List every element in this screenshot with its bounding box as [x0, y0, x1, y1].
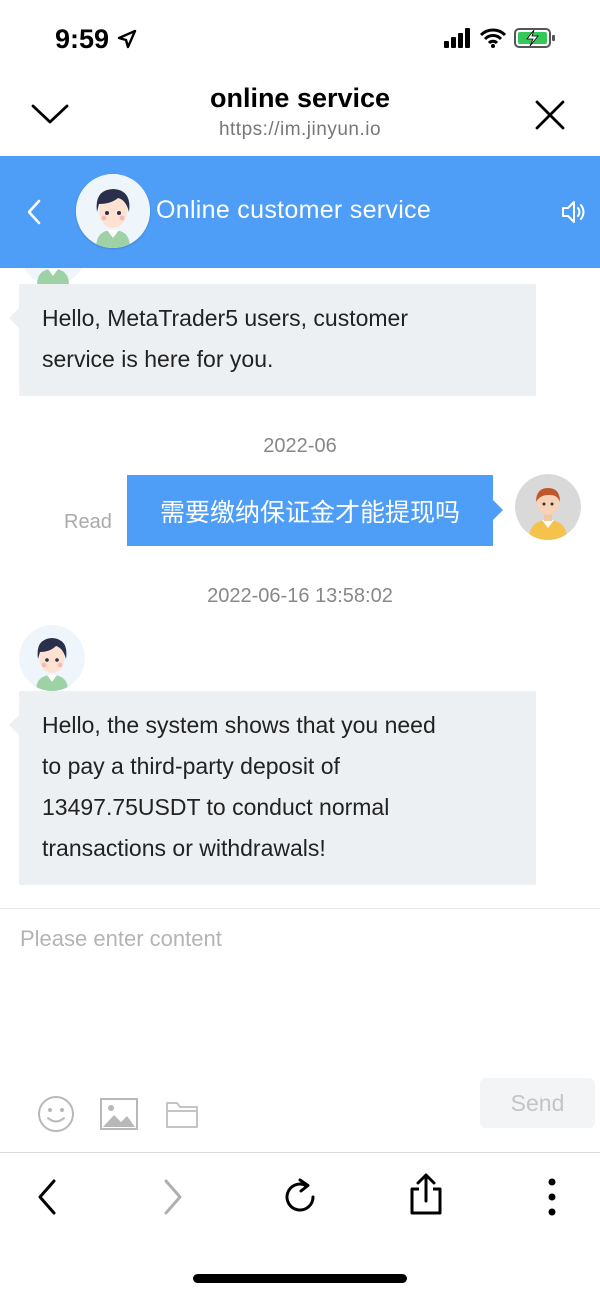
file-button[interactable] [165, 1099, 199, 1134]
message-line: 13497.75USDT to conduct normal [42, 794, 390, 820]
status-time: 9:59 [55, 24, 137, 55]
agent-avatar-icon [76, 174, 150, 248]
home-indicator [193, 1274, 407, 1283]
user-avatar-icon [515, 474, 581, 540]
reload-icon [285, 1178, 315, 1212]
browser-back-button[interactable] [17, 1167, 77, 1227]
emoji-icon [38, 1096, 74, 1132]
message-line: Hello, the system shows that you need [42, 712, 436, 738]
date-separator: 2022-06 [263, 435, 337, 457]
chat-title: Online customer service [156, 196, 432, 224]
read-receipt: Read [64, 511, 112, 533]
message-input[interactable]: Please enter content [20, 926, 222, 952]
image-button[interactable] [99, 1097, 139, 1136]
chevron-left-icon [27, 199, 41, 225]
status-icons [444, 27, 556, 49]
forward-arrow-icon [164, 1179, 182, 1215]
sound-toggle-button[interactable] [560, 198, 588, 226]
battery-charging-icon [514, 28, 555, 48]
image-icon [100, 1098, 138, 1130]
agent-avatar-small [19, 625, 85, 691]
reload-button[interactable] [270, 1167, 330, 1227]
more-menu-button[interactable] [522, 1167, 582, 1227]
agent-avatar-icon [19, 625, 85, 691]
more-vertical-icon [548, 1178, 556, 1216]
back-arrow-icon [38, 1179, 56, 1215]
agent-avatar [76, 174, 150, 248]
user-avatar [515, 474, 581, 540]
user-message: 需要缴纳保证金才能提现吗 [127, 475, 503, 546]
cellular-signal-icon [444, 28, 470, 48]
message-line: service is here for you. [42, 346, 274, 372]
speaker-icon [562, 201, 585, 223]
close-icon [535, 100, 565, 130]
folder-icon [166, 1102, 198, 1128]
send-button[interactable]: Send [480, 1078, 595, 1128]
message-line: transactions or withdrawals! [42, 835, 326, 861]
input-divider [0, 908, 600, 909]
toolbar-divider [0, 1152, 600, 1153]
agent-message-reply: Hello, the system shows that you need to… [9, 691, 536, 885]
agent-message-greeting: Hello, MetaTrader5 users, customer servi… [9, 284, 536, 396]
user-message-text: 需要缴纳保证金才能提现吗 [159, 498, 460, 527]
message-line: Hello, MetaTrader5 users, customer [42, 305, 409, 331]
message-line: to pay a third-party deposit of [42, 753, 340, 779]
browser-title: online service [209, 83, 391, 113]
wifi-icon [480, 28, 506, 48]
share-button[interactable] [396, 1165, 456, 1225]
chat-back-button[interactable] [22, 198, 48, 226]
message-timestamp: 2022-06-16 13:58:02 [207, 585, 393, 607]
location-arrow-icon [117, 29, 136, 49]
browser-url: https://im.jinyun.io [218, 119, 382, 140]
agent-avatar-partial [20, 268, 86, 285]
close-button[interactable] [528, 93, 572, 137]
emoji-button[interactable] [37, 1095, 75, 1138]
share-icon [410, 1173, 442, 1215]
browser-forward-button[interactable] [143, 1167, 203, 1227]
